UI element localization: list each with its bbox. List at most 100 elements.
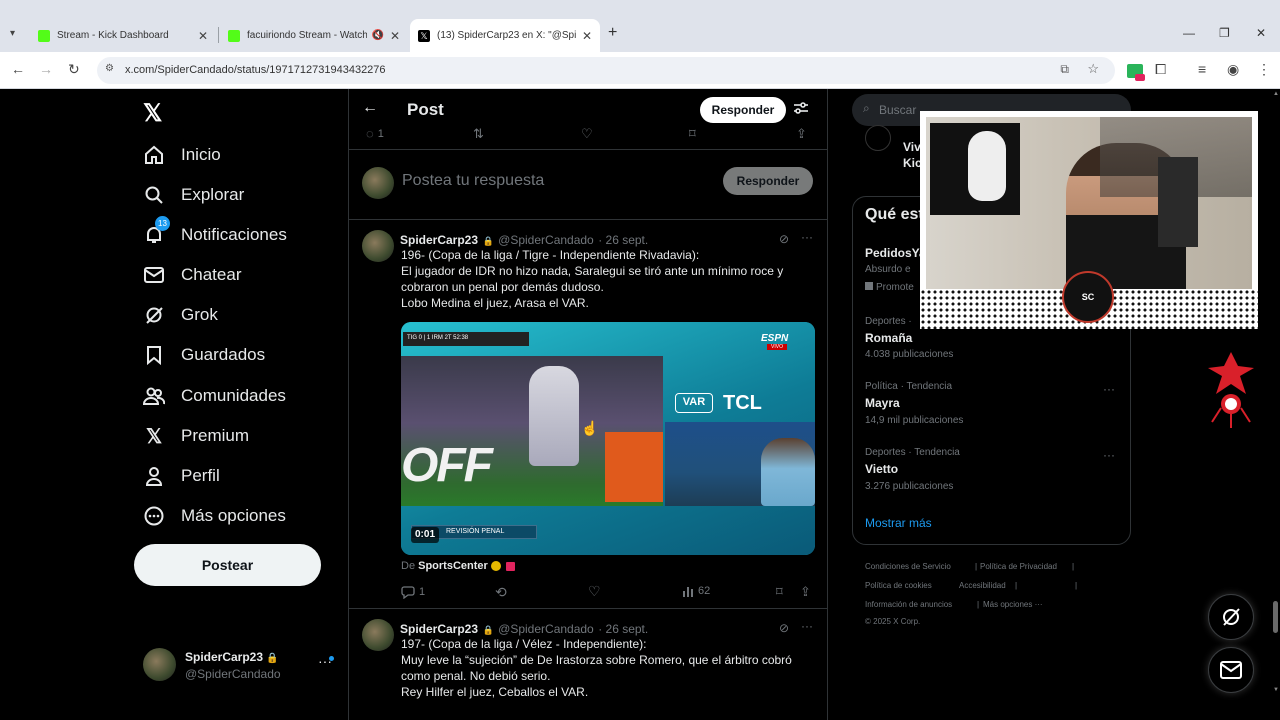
- stream-logo: SC: [1062, 271, 1114, 323]
- nav-item-notificaciones[interactable]: 13 Notificaciones: [143, 216, 287, 250]
- nav-item-premium[interactable]: 𝕏 Premium: [143, 421, 249, 451]
- lock-icon: 🔒: [482, 625, 494, 635]
- tweet-more-icon[interactable]: ···: [801, 619, 813, 633]
- tweet-video[interactable]: OFF ☝ TIG 0 | 1 IRM 2T 52:38 ESPN VIVO V…: [401, 322, 815, 555]
- gaming-chair: [1158, 157, 1198, 247]
- nav-item-guardados[interactable]: Guardados: [143, 340, 265, 370]
- espn-logo: ESPN VIVO: [761, 333, 789, 350]
- tweet-avatar[interactable]: [362, 230, 394, 262]
- back-arrow-icon[interactable]: ←: [362, 99, 378, 117]
- close-window-icon[interactable]: ✕: [1256, 26, 1266, 40]
- nav-item-explorar[interactable]: Explorar: [143, 180, 244, 210]
- post-detail-column: ← Post Responder ◌ 1 ⇅ ♡ ⌑ ⇪ Postea tu re…: [348, 89, 828, 720]
- filter-sliders-icon[interactable]: [793, 100, 809, 121]
- footer-separator: |: [975, 562, 978, 571]
- trend-more-icon[interactable]: ···: [1103, 448, 1115, 462]
- nav-item-comunidades[interactable]: Comunidades: [143, 381, 286, 411]
- share-icon[interactable]: ⇪: [800, 584, 811, 600]
- bookmark-star-icon[interactable]: ☆: [1087, 61, 1099, 77]
- new-tab-icon[interactable]: +: [608, 24, 617, 42]
- nav-item-grok[interactable]: Grok: [143, 300, 218, 330]
- scrollbar[interactable]: ▲ ▼: [1270, 89, 1280, 720]
- live-avatar[interactable]: [865, 125, 891, 151]
- muted-speaker-icon[interactable]: 🔇: [371, 30, 383, 41]
- grok-action-icon[interactable]: ⊘: [779, 232, 789, 246]
- top-share-icon[interactable]: ⇪: [796, 126, 807, 142]
- tab-search-icon[interactable]: ▾: [10, 28, 15, 39]
- tab-kick-dashboard[interactable]: Stream - Kick Dashboard ✕: [30, 19, 216, 52]
- extension-icon[interactable]: [1127, 64, 1145, 81]
- messages-floating-button[interactable]: [1208, 647, 1254, 693]
- footer-link[interactable]: Condiciones de Servicio: [865, 562, 951, 571]
- search-icon: ⌕: [863, 101, 870, 115]
- account-avatar[interactable]: [143, 648, 176, 681]
- top-bookmark-icon[interactable]: ⌑: [689, 126, 696, 142]
- nav-item-inicio[interactable]: Inicio: [143, 140, 221, 170]
- tab-x-post[interactable]: 𝕏 (13) SpiderCarp23 en X: "@Spid ✕: [410, 19, 600, 52]
- url-field[interactable]: ⚙ x.com/SpiderCandado/status/19717127319…: [97, 57, 1115, 84]
- top-retweet-icon[interactable]: ⇅: [473, 126, 484, 142]
- forward-icon[interactable]: →: [39, 61, 53, 77]
- extensions-puzzle-icon[interactable]: ⧠: [1155, 61, 1166, 78]
- tab-facuiriondo-stream[interactable]: facuiriondo Stream - Watch 🔇 ✕: [220, 19, 408, 52]
- tweet-author-handle[interactable]: @SpiderCandado: [498, 233, 594, 247]
- composer-avatar: [362, 167, 394, 199]
- cast-icon[interactable]: ⧉: [1060, 62, 1069, 77]
- trend-more-icon[interactable]: ···: [1103, 382, 1115, 396]
- post-button[interactable]: Postear: [134, 544, 321, 586]
- minimize-icon[interactable]: —: [1183, 26, 1195, 40]
- tweet-more-icon[interactable]: ···: [801, 230, 813, 244]
- close-tab-icon[interactable]: ✕: [582, 29, 592, 43]
- site-info-icon[interactable]: ⚙: [105, 63, 114, 74]
- header-reply-button[interactable]: Responder: [700, 97, 786, 123]
- nav-item-chatear[interactable]: Chatear: [143, 260, 241, 290]
- tab-separator: [218, 27, 219, 43]
- reload-icon[interactable]: ↻: [68, 61, 80, 78]
- off-text: OFF: [401, 439, 493, 492]
- reply-composer-input[interactable]: Postea tu respuesta: [402, 172, 544, 190]
- nav-item-mas-opciones[interactable]: Más opciones: [143, 501, 286, 531]
- footer-link[interactable]: Información de anuncios: [865, 600, 952, 609]
- nav-item-perfil[interactable]: Perfil: [143, 461, 220, 491]
- tweet-avatar[interactable]: [362, 619, 394, 651]
- scrollbar-thumb[interactable]: [1273, 601, 1278, 633]
- footer-link[interactable]: Política de Privacidad: [980, 562, 1057, 571]
- grok-icon: [1223, 608, 1240, 626]
- restore-icon[interactable]: ❐: [1219, 26, 1230, 40]
- tweet-views-action[interactable]: 62: [682, 585, 710, 597]
- views-chart-icon: [683, 587, 693, 597]
- search-input[interactable]: Buscar: [879, 103, 916, 117]
- grok-action-icon[interactable]: ⊘: [779, 621, 789, 635]
- source-name[interactable]: SportsCenter: [418, 560, 488, 572]
- nav-label: Explorar: [181, 185, 245, 204]
- profile-icon[interactable]: ◉: [1227, 61, 1239, 78]
- retweet-icon[interactable]: ⟲: [495, 584, 507, 601]
- back-icon[interactable]: ←: [11, 61, 25, 77]
- like-icon[interactable]: ♡: [588, 583, 601, 600]
- top-reply-action[interactable]: ◌ 1: [366, 126, 384, 141]
- top-like-icon[interactable]: ♡: [581, 126, 593, 142]
- account-name[interactable]: SpiderCarp23 🔒: [185, 650, 279, 664]
- grok-floating-button[interactable]: [1208, 594, 1254, 640]
- x-logo-icon[interactable]: 𝕏: [143, 99, 162, 128]
- tweet-author-handle[interactable]: @SpiderCandado: [498, 622, 594, 636]
- media-control-icon[interactable]: ≡: [1198, 61, 1206, 77]
- nav-label: Grok: [181, 305, 218, 324]
- tweet-date[interactable]: · 26 sept.: [598, 622, 648, 636]
- tweet-author-name[interactable]: SpiderCarp23: [400, 622, 478, 636]
- tweet-reply-action[interactable]: 1: [401, 585, 425, 599]
- show-more-link[interactable]: Mostrar más: [865, 516, 932, 530]
- composer-reply-button[interactable]: Responder: [723, 167, 813, 195]
- menu-kebab-icon[interactable]: ⋮: [1257, 61, 1271, 78]
- close-tab-icon[interactable]: ✕: [198, 29, 208, 43]
- close-tab-icon[interactable]: ✕: [390, 29, 400, 43]
- bookmark-icon[interactable]: ⌑: [776, 584, 783, 600]
- tweet-date[interactable]: · 26 sept.: [598, 233, 648, 247]
- footer-link[interactable]: Política de cookies: [865, 581, 932, 590]
- verified-gold-icon: [490, 561, 501, 572]
- tweet-author-name[interactable]: SpiderCarp23: [400, 233, 478, 247]
- footer-link[interactable]: © 2025 X Corp.: [865, 617, 920, 626]
- footer-link[interactable]: Accesibilidad: [959, 581, 1006, 590]
- nav-label: Notificaciones: [181, 225, 287, 244]
- footer-link[interactable]: Más opciones ···: [983, 600, 1043, 609]
